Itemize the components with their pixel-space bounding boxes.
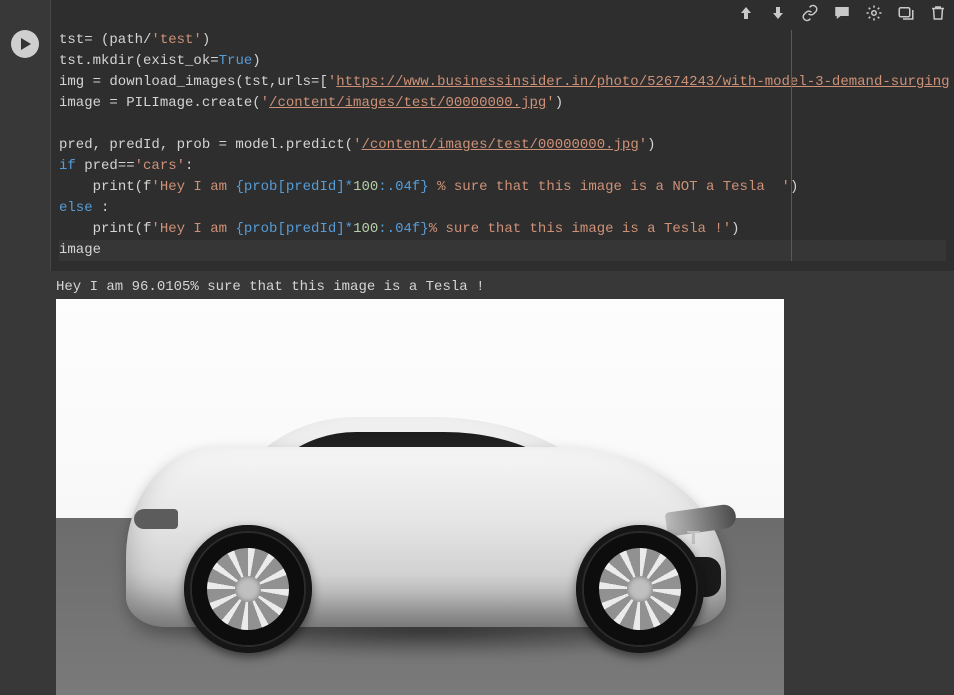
code-line[interactable]: else :: [59, 198, 946, 219]
code-editor[interactable]: tst= (path/'test') tst.mkdir(exist_ok=Tr…: [50, 0, 954, 271]
play-icon: [18, 37, 32, 51]
car-illustration: T: [56, 299, 784, 695]
output-image: T: [56, 299, 784, 695]
code-line[interactable]: img = download_images(tst,urls=['https:/…: [59, 72, 946, 93]
mirror-icon: [897, 4, 915, 22]
comment-icon: [833, 4, 851, 22]
gear-icon: [865, 4, 883, 22]
code-line[interactable]: tst= (path/'test'): [59, 30, 946, 51]
settings-button[interactable]: [864, 3, 884, 23]
code-line[interactable]: print(f'Hey I am {prob[predId]*100:.04f}…: [59, 219, 946, 240]
code-line[interactable]: tst.mkdir(exist_ok=True): [59, 51, 946, 72]
code-line[interactable]: image: [59, 240, 946, 261]
code-line[interactable]: [59, 114, 946, 135]
code-line[interactable]: if pred=='cars':: [59, 156, 946, 177]
comment-button[interactable]: [832, 3, 852, 23]
run-cell-button[interactable]: [11, 30, 39, 58]
mirror-button[interactable]: [896, 3, 916, 23]
code-line[interactable]: image = PILImage.create('/content/images…: [59, 93, 946, 114]
code-cell: tst= (path/'test') tst.mkdir(exist_ok=Tr…: [0, 0, 954, 271]
arrow-up-icon: [738, 5, 754, 21]
cell-gutter: [0, 0, 50, 271]
arrow-down-icon: [770, 5, 786, 21]
move-down-button[interactable]: [768, 3, 788, 23]
code-line[interactable]: pred, predId, prob = model.predict('/con…: [59, 135, 946, 156]
cell-output: Hey I am 96.0105% sure that this image i…: [0, 271, 954, 695]
delete-button[interactable]: [928, 3, 948, 23]
link-button[interactable]: [800, 3, 820, 23]
output-text: Hey I am 96.0105% sure that this image i…: [56, 271, 954, 299]
move-up-button[interactable]: [736, 3, 756, 23]
link-icon: [801, 4, 819, 22]
cell-toolbar: [736, 0, 948, 26]
trash-icon: [929, 4, 947, 22]
code-line[interactable]: print(f'Hey I am {prob[predId]*100:.04f}…: [59, 177, 946, 198]
